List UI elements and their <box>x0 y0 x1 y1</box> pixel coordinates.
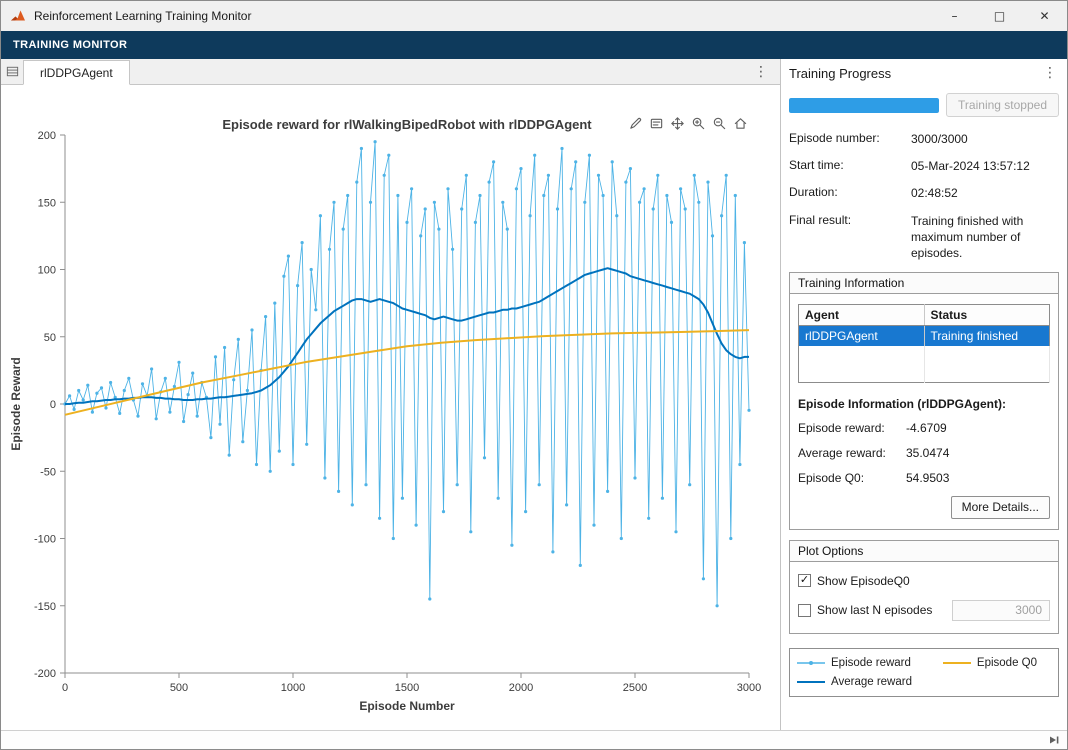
svg-text:Episode reward for rlWalkingBi: Episode reward for rlWalkingBipedRobot w… <box>222 117 592 132</box>
table-empty-space <box>799 346 1050 382</box>
zoom-in-icon[interactable] <box>690 115 707 132</box>
ribbon: TRAINING MONITOR <box>1 31 1067 59</box>
svg-text:500: 500 <box>170 682 188 694</box>
window-controls: – □ ✕ <box>932 1 1067 31</box>
more-details-button[interactable]: More Details... <box>951 496 1050 519</box>
svg-text:-50: -50 <box>40 466 56 478</box>
matlab-logo-icon <box>10 8 26 24</box>
field-final-result: Final result: Training finished with max… <box>789 213 1059 262</box>
agents-table: Agent Status rlDDPGAgent Training finish… <box>798 304 1050 383</box>
cell-agent: rlDDPGAgent <box>799 326 925 347</box>
table-header-agent: Agent <box>799 305 925 326</box>
svg-text:100: 100 <box>38 265 56 277</box>
training-stopped-button[interactable]: Training stopped <box>946 93 1059 117</box>
minimize-button[interactable]: – <box>932 1 977 31</box>
progress-fill <box>789 98 939 113</box>
reward-chart[interactable]: -200-150-100-500501001502000500100015002… <box>1 85 780 730</box>
svg-text:200: 200 <box>38 130 56 142</box>
window-title: Reinforcement Learning Training Monitor <box>34 9 251 23</box>
datatips-icon[interactable] <box>648 115 665 132</box>
close-button[interactable]: ✕ <box>1022 1 1067 31</box>
app-window: Reinforcement Learning Training Monitor … <box>0 0 1068 750</box>
field-episode-q0: Episode Q0: 54.9503 <box>798 471 1050 485</box>
collapse-right-panel-icon[interactable] <box>1048 734 1060 746</box>
section-plot-options: Plot Options ✓ Show EpisodeQ0 Show last … <box>789 540 1059 634</box>
table-header-status: Status <box>924 305 1050 326</box>
legend-item-episode-q0: Episode Q0 <box>942 657 1037 669</box>
svg-text:-200: -200 <box>34 668 56 680</box>
field-episode-number: Episode number: 3000/3000 <box>789 131 1059 147</box>
average-reward-line-sample-icon <box>796 676 826 688</box>
document-tab-strip: rlDDPGAgent ⋮ <box>1 59 780 85</box>
maximize-button[interactable]: □ <box>977 1 1022 31</box>
pan-icon[interactable] <box>669 115 686 132</box>
show-last-n-label: Show last N episodes <box>817 603 932 617</box>
svg-text:Episode Reward: Episode Reward <box>9 357 23 450</box>
tab-list-icon[interactable] <box>1 59 23 84</box>
zoom-out-icon[interactable] <box>711 115 728 132</box>
training-progress-bar <box>789 98 939 113</box>
title-bar: Reinforcement Learning Training Monitor … <box>1 1 1067 31</box>
show-last-n-row[interactable]: Show last N episodes <box>798 600 1050 621</box>
show-last-n-checkbox[interactable] <box>798 604 811 617</box>
axes-toolbar <box>627 115 749 132</box>
svg-text:1000: 1000 <box>281 682 305 694</box>
cell-status: Training finished <box>924 326 1050 347</box>
field-duration: Duration: 02:48:52 <box>789 185 1059 201</box>
episode-reward-line-sample-icon <box>796 657 826 669</box>
main-area: rlDDPGAgent ⋮ -200 -150 -100 -50 0 50 100 150 20… <box>1 59 1067 730</box>
episode-info-title: Episode Information (rlDDPGAgent): <box>798 397 1050 411</box>
legend-item-average-reward: Average reward <box>796 676 942 688</box>
section-title: Plot Options <box>790 541 1058 562</box>
training-progress-panel: Training Progress ⋮ Training stopped Epi… <box>780 59 1067 730</box>
svg-text:0: 0 <box>62 682 68 694</box>
svg-text:-100: -100 <box>34 534 56 546</box>
table-row[interactable]: rlDDPGAgent Training finished <box>799 326 1050 347</box>
episode-q0-line-sample-icon <box>942 657 972 669</box>
svg-text:1500: 1500 <box>395 682 419 694</box>
panel-title: Training Progress <box>789 66 891 81</box>
tab-overflow-kebab-icon[interactable]: ⋮ <box>742 59 780 84</box>
section-training-information: Training Information Agent Status rlDDPG… <box>789 272 1059 530</box>
svg-text:3000: 3000 <box>737 682 761 694</box>
chart-legend: Episode reward Average reward Ep <box>789 648 1059 697</box>
svg-text:150: 150 <box>38 197 56 209</box>
chart-area: -200-150-100-500501001502000500100015002… <box>1 85 780 730</box>
brush-icon[interactable] <box>627 115 644 132</box>
ribbon-tab-training-monitor[interactable]: TRAINING MONITOR <box>1 31 139 59</box>
tab-label: rlDDPGAgent <box>40 66 113 80</box>
svg-text:2500: 2500 <box>623 682 647 694</box>
show-episodeq0-label: Show EpisodeQ0 <box>817 574 910 588</box>
legend-item-episode-reward: Episode reward <box>796 657 942 669</box>
svg-text:2000: 2000 <box>509 682 533 694</box>
field-average-reward: Average reward: 35.0474 <box>798 446 1050 460</box>
panel-kebab-icon[interactable]: ⋮ <box>1031 59 1059 87</box>
section-title: Training Information <box>790 273 1058 294</box>
svg-text:0: 0 <box>50 399 56 411</box>
field-start-time: Start time: 05-Mar-2024 13:57:12 <box>789 158 1059 174</box>
field-episode-reward: Episode reward: -4.6709 <box>798 421 1050 435</box>
show-episodeq0-row[interactable]: ✓ Show EpisodeQ0 <box>798 574 1050 588</box>
show-episodeq0-checkbox[interactable]: ✓ <box>798 574 811 587</box>
tab-rlddpgagent[interactable]: rlDDPGAgent <box>23 60 130 85</box>
svg-text:-150: -150 <box>34 601 56 613</box>
restore-view-icon[interactable] <box>732 115 749 132</box>
bottom-status-bar <box>1 730 1067 749</box>
last-n-episodes-input[interactable] <box>952 600 1050 621</box>
chart-panel: rlDDPGAgent ⋮ -200 -150 -100 -50 0 50 100 150 20… <box>1 59 780 730</box>
svg-text:Episode Number: Episode Number <box>359 699 455 713</box>
svg-text:50: 50 <box>44 332 56 344</box>
